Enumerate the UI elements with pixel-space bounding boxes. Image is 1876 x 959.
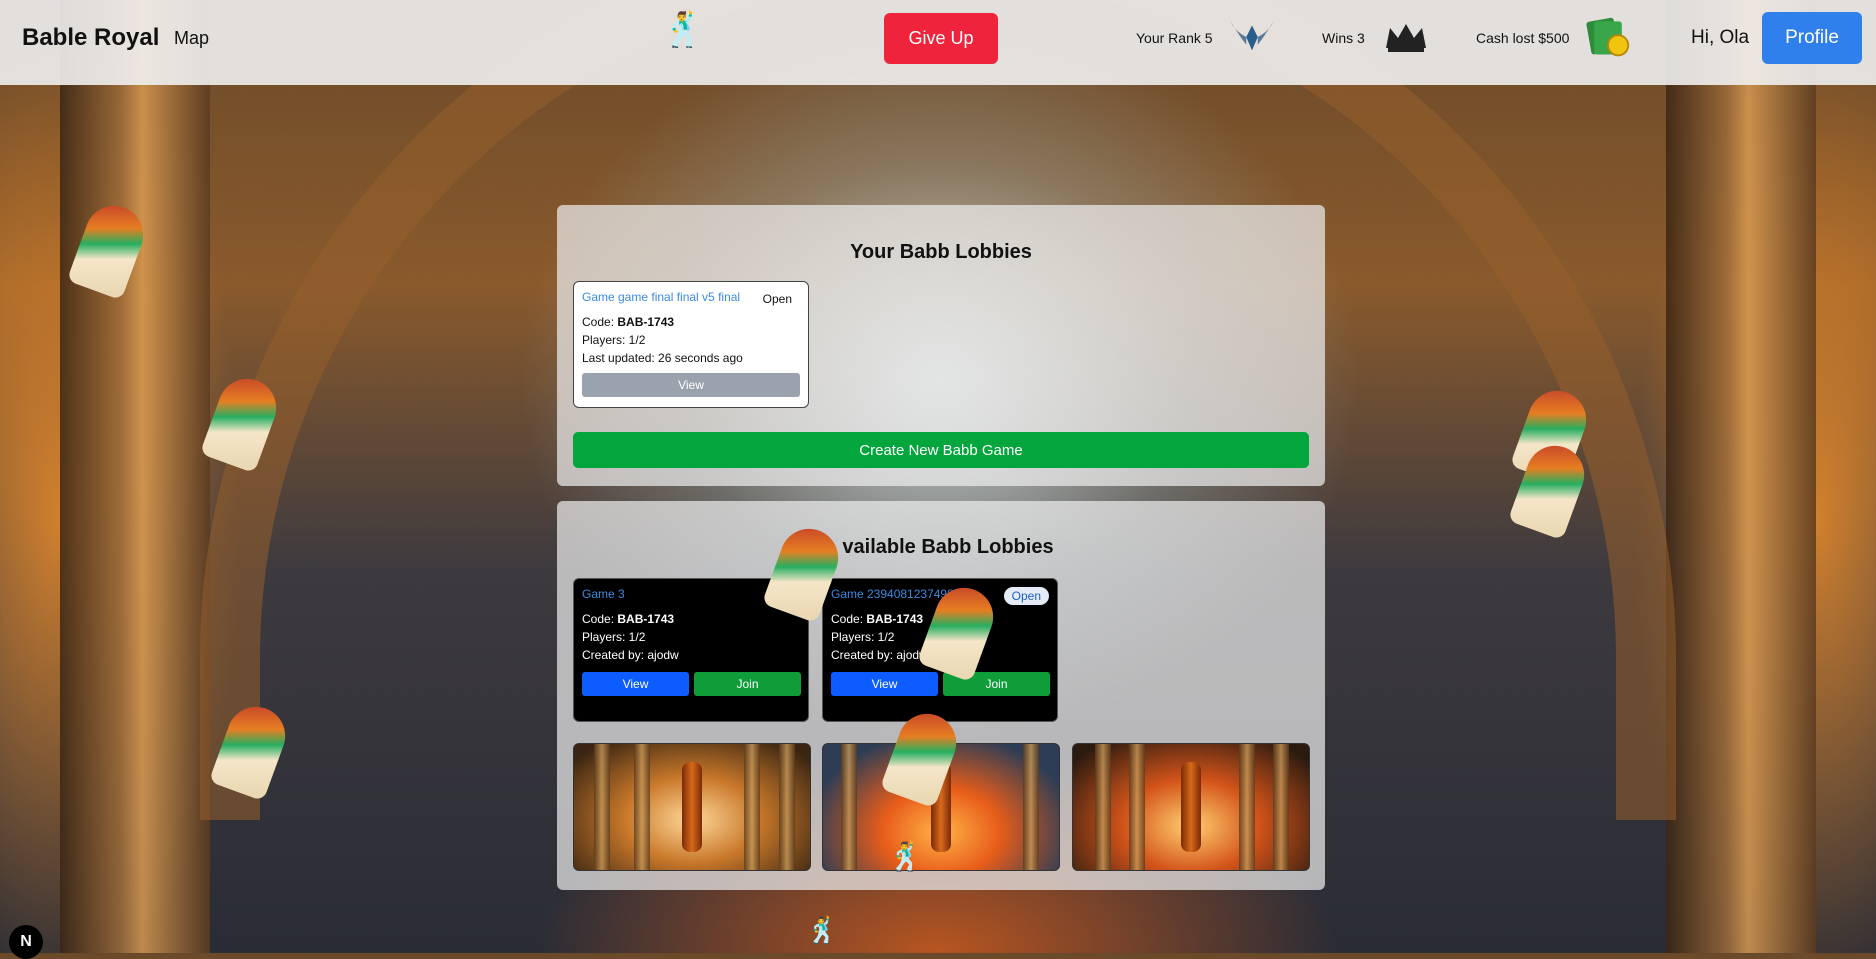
lobby-players: Players: 1/2 — [831, 630, 895, 644]
lobby-name[interactable]: Game game final final v5 final — [582, 290, 740, 304]
join-button[interactable]: Join — [694, 672, 801, 696]
money-stack-icon — [1585, 14, 1631, 60]
view-button[interactable]: View — [582, 672, 689, 696]
lobby-code: Code: BAB-1743 — [582, 612, 674, 626]
profile-button[interactable]: Profile — [1762, 12, 1862, 64]
code-label: Code: — [831, 612, 864, 626]
code-value: BAB-1743 — [617, 315, 675, 329]
background-pillar-right — [1666, 0, 1816, 953]
your-lobbies-panel: Your Babb Lobbies Game game final final … — [557, 205, 1325, 486]
lobby-creator: Created by: ajodw — [582, 648, 679, 662]
kebab-spit-icon — [1181, 762, 1201, 852]
lobby-name[interactable]: Game 2394081237498 — [831, 587, 954, 601]
code-label: Code: — [582, 612, 615, 626]
kebab-spit-icon — [682, 762, 702, 852]
code-value: BAB-1743 — [866, 612, 924, 626]
kebab-temple-image — [1072, 743, 1310, 871]
laurel-wings-icon — [1229, 14, 1275, 60]
lobby-updated: Last updated: 26 seconds ago — [582, 351, 743, 365]
background-pillar-left — [60, 0, 210, 953]
code-label: Code: — [582, 315, 615, 329]
dancer-sprite-icon: 🕺 — [888, 841, 923, 872]
top-nav-bar: Bable Royal Map Give Up Your Rank 5 Wins… — [0, 0, 1876, 85]
dev-tools-badge[interactable]: N — [9, 925, 43, 959]
lobby-code: Code: BAB-1743 — [831, 612, 923, 626]
cash-lost-label: Cash lost $500 — [1476, 30, 1570, 46]
user-greeting: Hi, Ola — [1691, 27, 1750, 48]
rank-label: Your Rank 5 — [1136, 30, 1213, 46]
crown-icon — [1383, 14, 1429, 60]
available-lobbies-title: vailable Babb Lobbies — [842, 536, 1054, 558]
give-up-button[interactable]: Give Up — [884, 13, 998, 64]
wins-label: Wins 3 — [1322, 30, 1365, 46]
lobby-players: Players: 1/2 — [582, 630, 646, 644]
lobby-code: Code: BAB-1743 — [582, 315, 674, 329]
status-badge: Open — [762, 292, 792, 306]
lobby-players: Players: 1/2 — [582, 333, 646, 347]
status-badge: Open — [1003, 587, 1049, 605]
view-button[interactable]: View — [582, 373, 800, 397]
kebab-temple-image — [573, 743, 811, 871]
lobby-name[interactable]: Game 3 — [582, 587, 625, 601]
code-value: BAB-1743 — [617, 612, 675, 626]
map-link[interactable]: Map — [174, 28, 209, 49]
lobby-creator: Created by: ajodw — [831, 648, 928, 662]
lobby-card: Game game final final v5 final Open Code… — [573, 281, 809, 408]
dancer-sprite-icon: 🕺 — [662, 11, 705, 49]
your-lobbies-title: Your Babb Lobbies — [850, 241, 1032, 263]
brand-logo[interactable]: Bable Royal — [22, 24, 159, 52]
create-game-button[interactable]: Create New Babb Game — [573, 432, 1309, 468]
available-lobbies-panel: vailable Babb Lobbies Game 3 O Code: BAB… — [557, 501, 1325, 890]
dancer-sprite-icon: 🕺 — [806, 915, 839, 945]
view-button[interactable]: View — [831, 672, 938, 696]
